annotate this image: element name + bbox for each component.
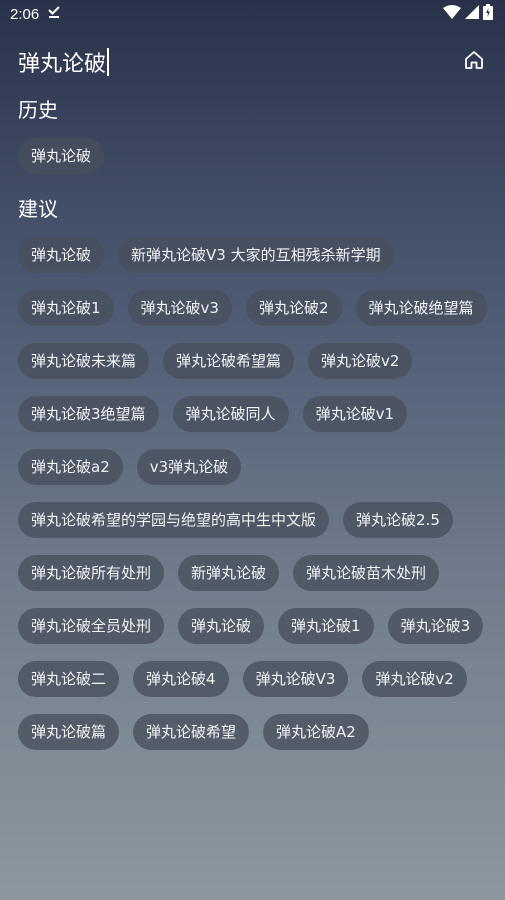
suggestion-chip[interactable]: 弹丸论破2.5 bbox=[343, 502, 453, 538]
home-button[interactable] bbox=[462, 50, 486, 74]
suggestions-section-title: 建议 bbox=[18, 197, 58, 221]
history-list: 弹丸论破 bbox=[18, 138, 493, 174]
suggestion-chip[interactable]: 弹丸论破v2 bbox=[308, 343, 413, 379]
suggestion-chip[interactable]: 弹丸论破V3 bbox=[242, 661, 349, 697]
suggestion-chip[interactable]: 弹丸论破同人 bbox=[172, 396, 289, 432]
suggestion-chip[interactable]: 弹丸论破全员处刑 bbox=[18, 608, 165, 644]
suggestion-chip[interactable]: 弹丸论破未来篇 bbox=[18, 343, 150, 379]
suggestion-chip[interactable]: 弹丸论破 bbox=[18, 237, 105, 273]
search-query: 弹丸论破 bbox=[18, 52, 107, 77]
suggestion-chip[interactable]: 弹丸论破v3 bbox=[127, 290, 232, 326]
suggestion-chip[interactable]: 弹丸论破希望 bbox=[133, 714, 250, 750]
history-section-title: 历史 bbox=[18, 98, 58, 122]
suggestion-chip[interactable]: 弹丸论破v1 bbox=[302, 396, 407, 432]
suggestion-chip[interactable]: 弹丸论破苗木处刑 bbox=[293, 555, 440, 591]
status-bar: 2:06 bbox=[0, 0, 505, 28]
search-input[interactable]: 弹丸论破 bbox=[18, 46, 109, 78]
cell-signal-icon bbox=[465, 5, 479, 23]
text-cursor bbox=[107, 48, 109, 76]
status-time: 2:06 bbox=[10, 5, 40, 23]
battery-charging-icon bbox=[483, 4, 493, 24]
suggestion-chip[interactable]: 弹丸论破3绝望篇 bbox=[18, 396, 159, 432]
search-bar: 弹丸论破 bbox=[18, 44, 488, 80]
suggestion-chip[interactable]: 弹丸论破3 bbox=[387, 608, 484, 644]
suggestion-chip[interactable]: 弹丸论破希望的学园与绝望的高中生中文版 bbox=[18, 502, 330, 538]
suggestion-chip[interactable]: 新弹丸论破V3 大家的互相残杀新学期 bbox=[118, 237, 394, 273]
suggestion-chip[interactable]: 弹丸论破2 bbox=[245, 290, 342, 326]
suggestion-chip[interactable]: 弹丸论破绝望篇 bbox=[355, 290, 487, 326]
wifi-icon bbox=[443, 5, 461, 23]
suggestion-chip[interactable]: 弹丸论破二 bbox=[18, 661, 120, 697]
suggestion-chip[interactable]: 弹丸论破所有处刑 bbox=[18, 555, 165, 591]
suggestion-chip[interactable]: 弹丸论破篇 bbox=[18, 714, 120, 750]
suggestion-chip[interactable]: 新弹丸论破 bbox=[178, 555, 280, 591]
suggestion-chip[interactable]: v3弹丸论破 bbox=[136, 449, 242, 485]
history-chip[interactable]: 弹丸论破 bbox=[18, 138, 105, 174]
suggestion-chip[interactable]: 弹丸论破v2 bbox=[362, 661, 467, 697]
suggestions-list: 弹丸论破 新弹丸论破V3 大家的互相残杀新学期 弹丸论破1 弹丸论破v3 弹丸论破2 弹丸… bbox=[18, 237, 493, 750]
home-icon bbox=[463, 49, 485, 75]
suggestion-chip[interactable]: 弹丸论破1 bbox=[278, 608, 374, 644]
suggestion-chip[interactable]: 弹丸论破希望篇 bbox=[163, 343, 295, 379]
download-done-icon bbox=[47, 5, 61, 23]
suggestion-chip[interactable]: 弹丸论破1 bbox=[18, 290, 114, 326]
suggestion-chip[interactable]: 弹丸论破a2 bbox=[18, 449, 123, 485]
suggestion-chip[interactable]: 弹丸论破 bbox=[178, 608, 265, 644]
suggestion-chip[interactable]: 弹丸论破A2 bbox=[263, 714, 369, 750]
suggestion-chip[interactable]: 弹丸论破4 bbox=[133, 661, 229, 697]
